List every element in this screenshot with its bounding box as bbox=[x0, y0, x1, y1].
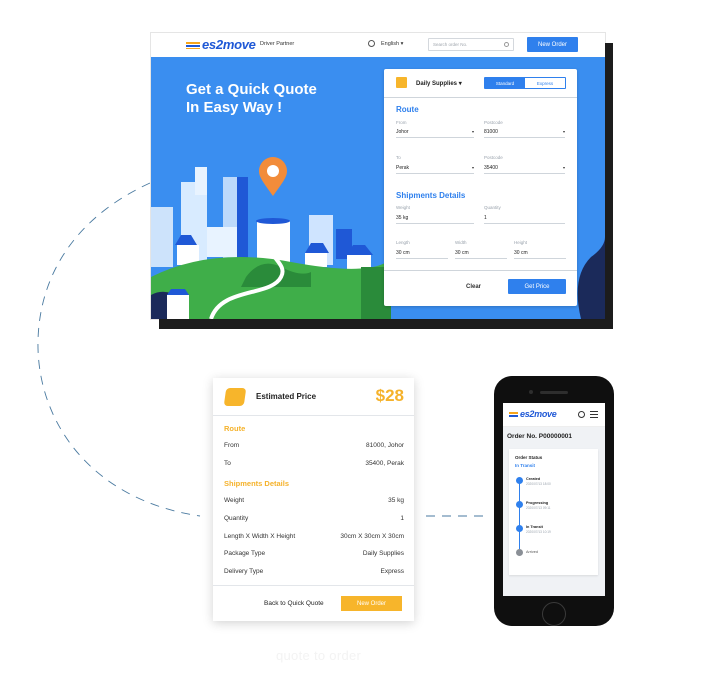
dimensions-row: Length X Width X Height 30cm X 30cm X 30c… bbox=[224, 533, 404, 540]
desktop-mockup: es2move Driver Partner English ▾ Search … bbox=[151, 33, 605, 319]
to-row: To 35400, Perak bbox=[224, 460, 404, 467]
weight-label: Weight bbox=[396, 205, 410, 210]
divider bbox=[213, 415, 414, 416]
order-status-value: In Transit bbox=[515, 463, 536, 468]
pending-circle-icon bbox=[516, 549, 523, 556]
caption: quote to order bbox=[276, 648, 362, 663]
new-order-button[interactable]: New Order bbox=[341, 596, 402, 611]
from-postcode-label: Postcode bbox=[484, 120, 503, 125]
from-row: From 81000, Johor bbox=[224, 442, 404, 449]
clear-button[interactable]: Clear bbox=[466, 284, 481, 290]
quantity-label: Quantity bbox=[484, 205, 501, 210]
phone-header: es2move bbox=[503, 403, 605, 427]
home-button[interactable] bbox=[542, 602, 566, 626]
order-detail: Order No. P00000001 Order Status In Tran… bbox=[503, 427, 605, 596]
price-amount: $28 bbox=[375, 386, 404, 405]
package-type-row: Package Type Daily Supplies bbox=[224, 550, 404, 557]
search-input[interactable]: Search order No. bbox=[428, 38, 514, 51]
from-postcode-select[interactable]: 81000 ▾ bbox=[484, 129, 565, 138]
shipments-heading: Shipments Details bbox=[396, 191, 466, 200]
to-postcode-select[interactable]: 35400 ▾ bbox=[484, 165, 565, 174]
chevron-down-icon: ▾ bbox=[562, 129, 565, 134]
quote-form-card: Daily Supplies ▾ Standard Express Route … bbox=[384, 69, 577, 306]
timeline-step: Progressing 2020/07/13 09:11 bbox=[526, 501, 551, 510]
hero-title: Get a Quick Quote In Easy Way ! bbox=[186, 81, 317, 116]
weight-input[interactable]: 35 kg bbox=[396, 215, 474, 224]
chevron-down-icon: ▾ bbox=[471, 165, 474, 170]
chevron-down-icon: ▾ bbox=[400, 41, 404, 47]
width-input[interactable]: 30 cm bbox=[455, 250, 507, 259]
quantity-input[interactable]: 1 bbox=[484, 215, 565, 224]
express-option[interactable]: Express bbox=[525, 78, 565, 88]
delivery-type-row: Delivery Type Express bbox=[224, 568, 404, 575]
order-number: Order No. P00000001 bbox=[507, 433, 573, 440]
timeline-step: Created 2020/07/13 18:00 bbox=[526, 477, 551, 486]
delivery-toggle[interactable]: Standard Express bbox=[484, 77, 566, 89]
package-box-icon bbox=[223, 388, 247, 406]
city-illustration bbox=[151, 167, 391, 319]
driver-partner-link[interactable]: Driver Partner bbox=[260, 41, 294, 47]
order-status-title: Order Status bbox=[515, 455, 543, 460]
package-box-icon bbox=[396, 77, 407, 88]
chevron-down-icon: ▾ bbox=[562, 165, 565, 170]
divider bbox=[213, 585, 414, 586]
speaker bbox=[540, 391, 568, 394]
phone-screen: es2move Order No. P00000001 Order Status… bbox=[503, 403, 605, 596]
standard-option[interactable]: Standard bbox=[485, 78, 525, 88]
phone-mockup: es2move Order No. P00000001 Order Status… bbox=[494, 376, 614, 626]
to-postcode-label: Postcode bbox=[484, 155, 503, 160]
new-order-button[interactable]: New Order bbox=[527, 37, 578, 52]
order-status-card: Order Status In Transit Created 2020/07/1… bbox=[509, 449, 598, 575]
shipments-heading: Shipments Details bbox=[224, 479, 290, 488]
search-icon[interactable] bbox=[578, 411, 585, 418]
menu-icon[interactable] bbox=[590, 411, 598, 418]
to-label: To bbox=[396, 155, 401, 160]
to-select[interactable]: Perak ▾ bbox=[396, 165, 474, 174]
check-circle-icon bbox=[516, 525, 523, 532]
timeline-line bbox=[519, 481, 520, 549]
check-circle-icon bbox=[516, 477, 523, 484]
width-label: Width bbox=[455, 240, 467, 245]
weight-row: Weight 35 kg bbox=[224, 497, 404, 504]
package-type-select[interactable]: Daily Supplies ▾ bbox=[416, 80, 462, 87]
desktop-header: es2move Driver Partner English ▾ Search … bbox=[151, 33, 605, 57]
search-icon[interactable] bbox=[504, 42, 509, 47]
divider bbox=[384, 270, 577, 271]
back-to-quick-quote-button[interactable]: Back to Quick Quote bbox=[264, 600, 324, 607]
from-label: From bbox=[396, 120, 407, 125]
location-pin-icon bbox=[258, 157, 288, 197]
route-heading: Route bbox=[396, 105, 419, 114]
timeline-step: In Transit 2020/07/13 10:19 bbox=[526, 525, 551, 534]
timeline-step: Arrived bbox=[526, 550, 539, 554]
chevron-down-icon: ▾ bbox=[458, 81, 462, 87]
check-circle-icon bbox=[516, 501, 523, 508]
hero-banner: Get a Quick Quote In Easy Way ! Daily Su… bbox=[151, 57, 605, 319]
route-heading: Route bbox=[224, 424, 246, 433]
divider bbox=[384, 97, 577, 98]
brand-logo[interactable]: es2move bbox=[186, 37, 256, 52]
length-input[interactable]: 30 cm bbox=[396, 250, 448, 259]
length-label: Length bbox=[396, 240, 410, 245]
globe-icon[interactable] bbox=[368, 40, 375, 47]
chevron-down-icon: ▾ bbox=[471, 129, 474, 134]
estimated-price-card: Estimated Price $28 Route From 81000, Joh… bbox=[213, 378, 414, 621]
get-price-button[interactable]: Get Price bbox=[508, 279, 566, 294]
height-label: Height bbox=[514, 240, 528, 245]
quantity-row: Quantity 1 bbox=[224, 515, 404, 522]
camera bbox=[529, 390, 533, 394]
language-select[interactable]: English ▾ bbox=[381, 41, 403, 47]
brand-logo[interactable]: es2move bbox=[509, 409, 557, 419]
from-select[interactable]: Johor ▾ bbox=[396, 129, 474, 138]
estimated-price-title: Estimated Price bbox=[256, 392, 317, 401]
height-input[interactable]: 30 cm bbox=[514, 250, 566, 259]
